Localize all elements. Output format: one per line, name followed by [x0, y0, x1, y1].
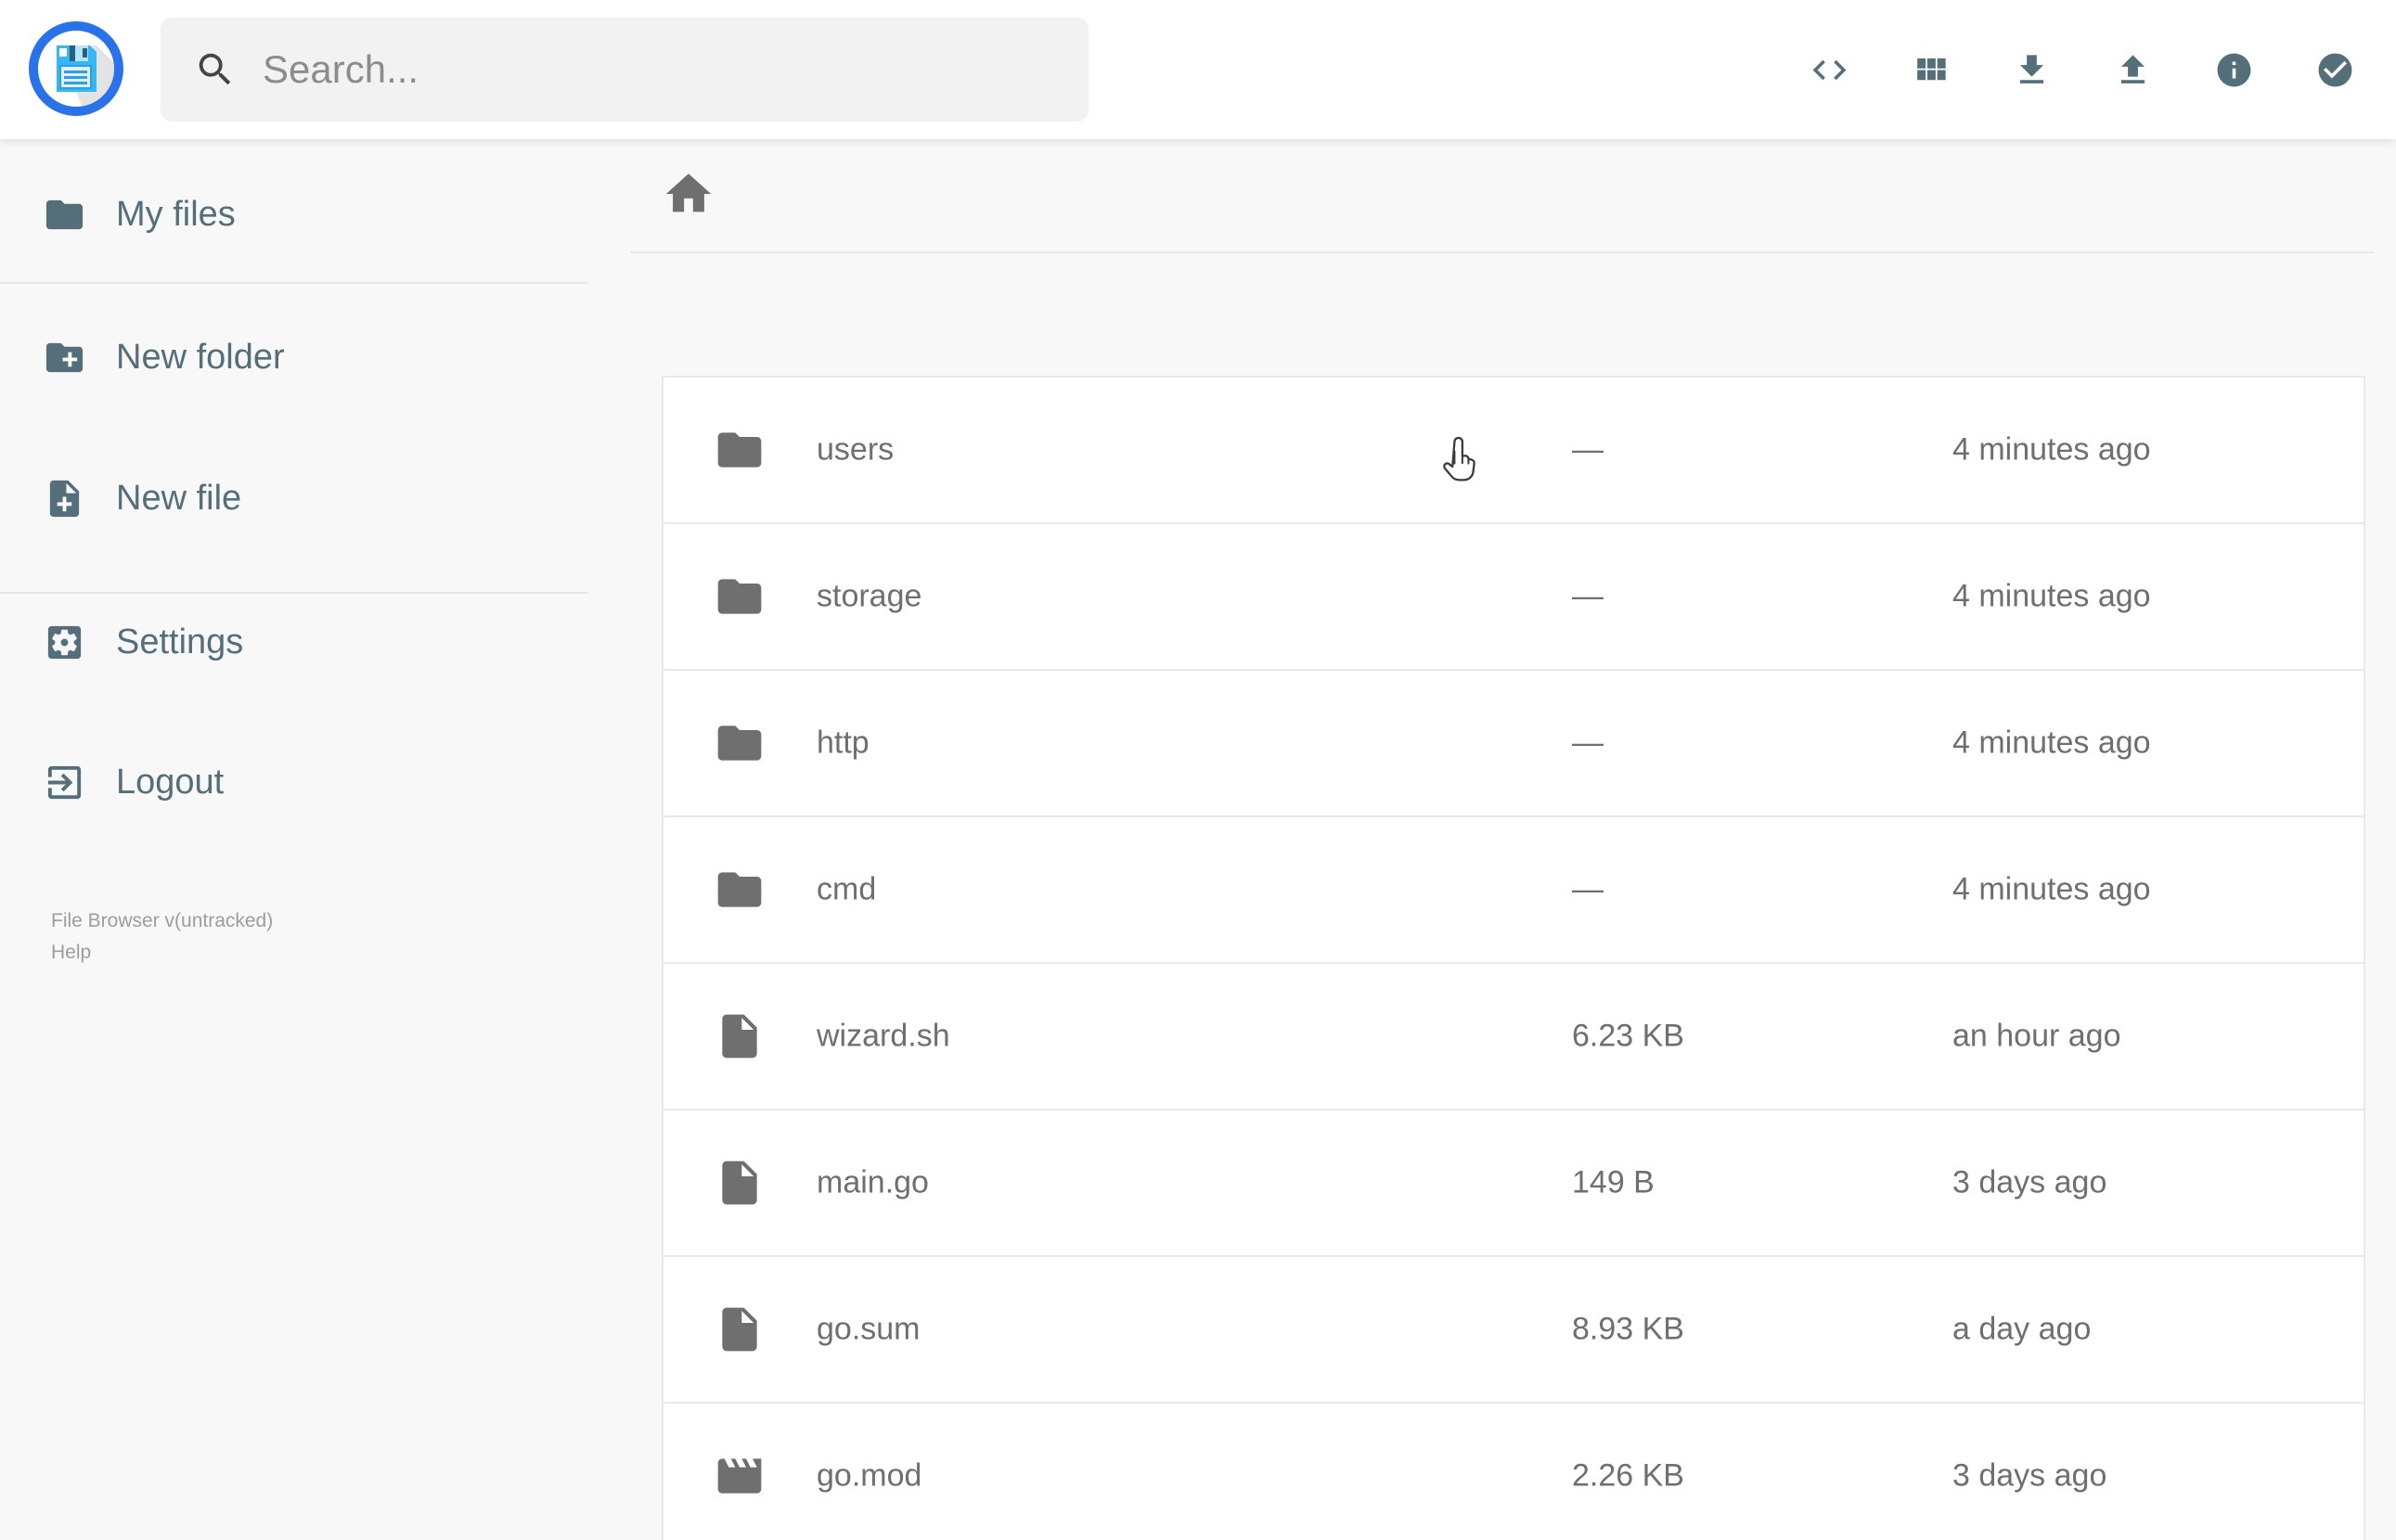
item-name: storage [817, 578, 922, 614]
item-modified: 3 days ago [1952, 1457, 2107, 1494]
folder-icon [714, 424, 766, 476]
file-icon [714, 1010, 766, 1062]
list-item-users[interactable]: users — 4 minutes ago [662, 376, 2365, 524]
list-item-http[interactable]: http — 4 minutes ago [662, 669, 2365, 817]
sidebar: My files New folder New file Settings Lo… [0, 139, 587, 1540]
sidebar-divider [0, 282, 587, 284]
item-name: http [817, 725, 870, 761]
item-size: 2.26 KB [1572, 1457, 1684, 1494]
item-name: go.sum [817, 1311, 921, 1347]
breadcrumb-home[interactable] [662, 167, 715, 221]
file-icon [714, 1303, 766, 1355]
list-item-main-go[interactable]: main.go 149 B 3 days ago [662, 1109, 2365, 1257]
file-list: users — 4 minutes ago storage — 4 minute… [662, 376, 2365, 1540]
filebrowser-logo-icon [29, 21, 123, 116]
search-bar[interactable] [161, 18, 1089, 122]
item-size: — [1572, 578, 1604, 614]
file-listing-area: Name Size Last modified users — 4 minute… [587, 139, 2396, 1540]
grid-view-icon [1911, 50, 1951, 90]
file-icon [714, 1157, 766, 1209]
select-multiple-button[interactable] [2315, 50, 2355, 90]
sidebar-item-label: Settings [116, 622, 244, 661]
item-modified: 4 minutes ago [1952, 871, 2151, 907]
top-bar [0, 0, 2396, 139]
sidebar-item-my-files[interactable]: My files [0, 182, 587, 247]
list-item-wizard-sh[interactable]: wizard.sh 6.23 KB an hour ago [662, 962, 2365, 1110]
list-item-go-mod[interactable]: go.mod 2.26 KB 3 days ago [662, 1402, 2365, 1540]
sidebar-footer: File Browser v(untracked) Help [51, 905, 273, 969]
sidebar-item-label: New file [116, 478, 242, 518]
list-item-cmd[interactable]: cmd — 4 minutes ago [662, 815, 2365, 964]
folder-icon [714, 717, 766, 769]
info-icon [2214, 50, 2254, 90]
download-button[interactable] [2012, 50, 2052, 90]
sidebar-divider [0, 592, 587, 594]
item-modified: a day ago [1952, 1311, 2092, 1347]
new-file-icon [43, 477, 86, 520]
breadcrumb-divider [630, 251, 2374, 253]
item-modified: 4 minutes ago [1952, 578, 2151, 614]
item-modified: 4 minutes ago [1952, 725, 2151, 761]
list-item-storage[interactable]: storage — 4 minutes ago [662, 522, 2365, 671]
info-button[interactable] [2214, 50, 2254, 90]
upload-icon [2113, 50, 2153, 90]
upload-button[interactable] [2113, 50, 2153, 90]
check-circle-icon [2315, 50, 2355, 90]
item-size: 149 B [1572, 1164, 1655, 1200]
sidebar-item-settings[interactable]: Settings [0, 610, 587, 674]
download-icon [2012, 50, 2052, 90]
item-size: 6.23 KB [1572, 1018, 1684, 1054]
sidebar-item-label: Logout [116, 762, 225, 802]
header-actions [1810, 0, 2355, 139]
list-item-go-sum[interactable]: go.sum 8.93 KB a day ago [662, 1255, 2365, 1404]
folder-icon [714, 864, 766, 916]
folder-icon [43, 193, 86, 237]
item-modified: 3 days ago [1952, 1164, 2107, 1200]
item-name: wizard.sh [817, 1018, 950, 1054]
item-name: main.go [817, 1164, 929, 1200]
sidebar-item-new-folder[interactable]: New folder [0, 325, 587, 390]
item-size: — [1572, 431, 1604, 468]
app-version: File Browser v(untracked) [51, 910, 274, 931]
search-input[interactable] [263, 47, 1042, 92]
app-logo[interactable] [28, 20, 124, 117]
home-icon [662, 167, 715, 221]
item-modified: 4 minutes ago [1952, 431, 2151, 468]
help-link[interactable]: Help [51, 937, 273, 969]
code-icon [1810, 50, 1849, 90]
sidebar-item-label: New folder [116, 337, 285, 377]
raw-code-button[interactable] [1810, 50, 1849, 90]
settings-icon [43, 621, 86, 664]
item-size: 8.93 KB [1572, 1311, 1684, 1347]
movie-icon [714, 1450, 766, 1502]
item-name: go.mod [817, 1457, 922, 1494]
folder-icon [714, 571, 766, 622]
sidebar-item-logout[interactable]: Logout [0, 750, 587, 815]
new-folder-icon [43, 336, 86, 379]
sidebar-item-new-file[interactable]: New file [0, 466, 587, 531]
search-icon [194, 48, 237, 91]
switch-view-button[interactable] [1911, 50, 1951, 90]
item-name: users [817, 431, 895, 468]
item-name: cmd [817, 871, 877, 907]
item-size: — [1572, 871, 1604, 907]
logout-icon [43, 761, 86, 804]
item-modified: an hour ago [1952, 1018, 2121, 1054]
item-size: — [1572, 725, 1604, 761]
sidebar-item-label: My files [116, 194, 236, 234]
